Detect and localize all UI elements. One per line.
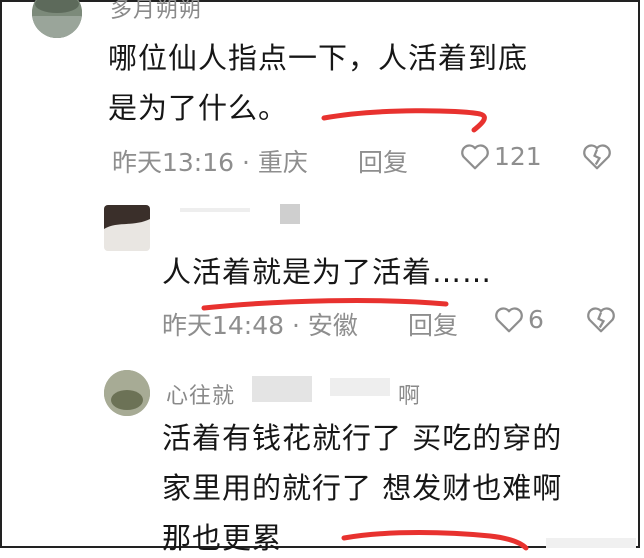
avatar[interactable] (104, 205, 150, 251)
heart-outline-icon (495, 306, 523, 332)
comment-text-line: 那也更累 (162, 521, 283, 555)
username-blurred (180, 208, 250, 212)
watermark (546, 538, 636, 548)
username-blurred (252, 376, 312, 402)
heart-outline-icon (461, 143, 489, 169)
reply-button[interactable]: 回复 (358, 143, 408, 179)
avatar-image (104, 370, 150, 416)
like-count: 121 (494, 142, 542, 171)
username-blurred (330, 378, 390, 396)
username-blurred (280, 204, 300, 224)
avatar-image (104, 205, 150, 251)
avatar[interactable] (104, 370, 150, 416)
comment-text-line: 活着有钱花就行了 买吃的穿的 (162, 421, 563, 455)
dislike-button[interactable] (582, 143, 612, 175)
red-underline-annotation (321, 108, 487, 133)
reply-button[interactable]: 回复 (408, 306, 458, 342)
like-button[interactable]: 121 (460, 142, 542, 171)
comment-time-location: 昨天13:16 · 重庆 (112, 148, 308, 177)
comment-text-line: 是为了什么。 (108, 91, 289, 125)
broken-heart-icon (583, 144, 611, 170)
dislike-button[interactable] (586, 306, 616, 338)
comment-username[interactable]: 心往就 (166, 378, 235, 410)
broken-heart-icon (587, 307, 615, 333)
comment-text-line: 家里用的就行了 想发财也难啊 (162, 471, 563, 505)
comment-username-suffix: 啊 (398, 384, 422, 409)
comment-time-location: 昨天14:48 · 安徽 (162, 311, 358, 340)
like-button[interactable]: 6 (494, 305, 544, 334)
red-underline-annotation (341, 530, 529, 551)
like-count: 6 (528, 305, 544, 334)
comment-text-line: 人活着就是为了活着…… (162, 255, 493, 289)
comment-text-line: 哪位仙人指点一下，人活着到底 (108, 41, 529, 75)
comment-username[interactable]: 多月朔朔 (110, 0, 202, 24)
